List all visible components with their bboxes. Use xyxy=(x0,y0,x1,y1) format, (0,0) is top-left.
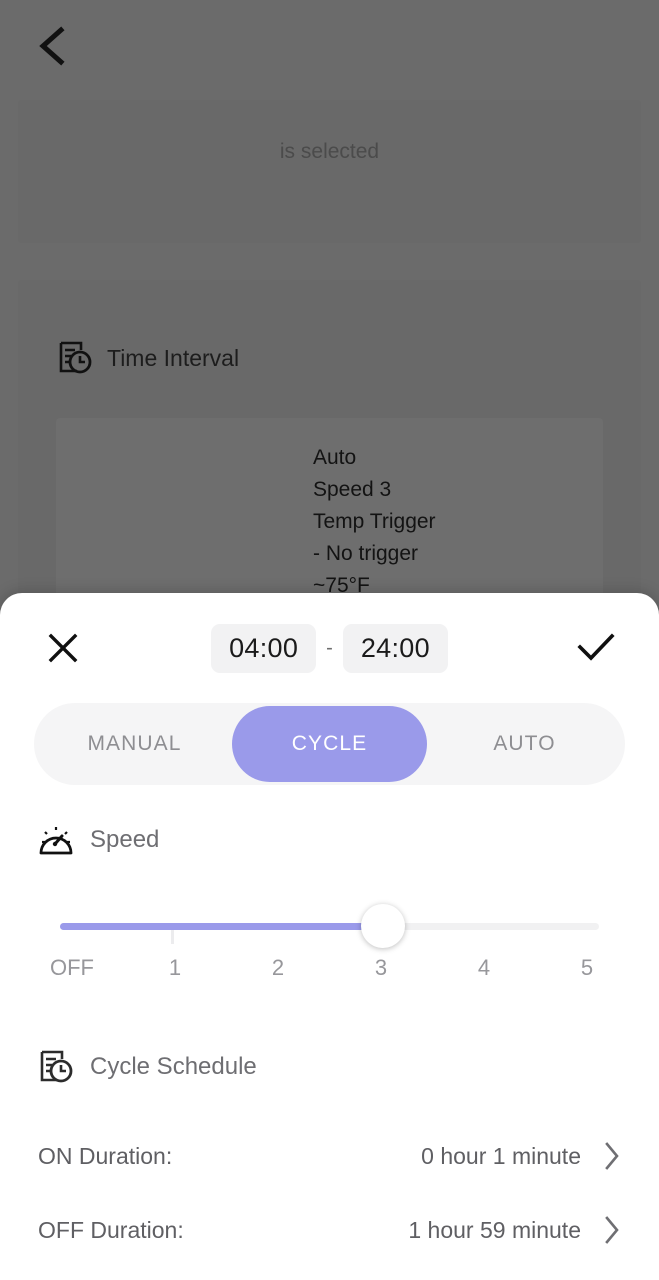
slider-tick-4: 4 xyxy=(477,955,491,980)
slider-tick-off: OFF xyxy=(50,955,94,980)
time-interval-header: Time Interval xyxy=(57,340,239,376)
slider-thumb[interactable] xyxy=(361,904,406,948)
tab-manual[interactable]: MANUAL xyxy=(37,706,232,782)
time-interval-label: Time Interval xyxy=(107,344,240,371)
end-time-chip[interactable]: 24:00 xyxy=(342,623,448,673)
on-duration-row[interactable]: ON Duration: 0 hour 1 minute xyxy=(38,1119,621,1193)
back-button[interactable] xyxy=(28,22,76,70)
cycle-schedule-header: Cycle Schedule xyxy=(38,1049,621,1085)
speedometer-icon xyxy=(38,823,74,857)
schedule-clock-icon xyxy=(57,340,93,376)
cycle-settings-bottom-sheet: 04:00 - 24:00 MANUAL CYCLE AUTO Speed OF… xyxy=(0,593,659,1280)
close-button[interactable] xyxy=(28,613,98,683)
slider-tick-3: 3 xyxy=(374,955,388,980)
chevron-right-icon xyxy=(603,1141,621,1171)
tab-manual-label: MANUAL xyxy=(87,732,182,755)
slider-tick-2: 2 xyxy=(271,955,285,980)
slider-track-fill xyxy=(60,923,384,930)
slider-tick-5: 5 xyxy=(580,955,594,980)
speed-section-header: Speed xyxy=(38,823,621,857)
tab-cycle[interactable]: CYCLE xyxy=(232,706,427,782)
background-summary-text: Auto Speed 3 Temp Trigger - No trigger ~… xyxy=(313,446,436,597)
chevron-right-icon xyxy=(603,1215,621,1245)
schedule-clock-icon xyxy=(38,1049,74,1085)
tab-auto-label: AUTO xyxy=(493,732,556,755)
on-duration-label: ON Duration: xyxy=(38,1142,173,1169)
background-card-top xyxy=(18,100,641,243)
slider-tick-1: 1 xyxy=(168,955,182,980)
mode-segmented-control: MANUAL CYCLE AUTO xyxy=(34,703,625,785)
chevron-left-icon xyxy=(35,26,69,66)
check-icon xyxy=(577,633,615,663)
app-root: is selected Time Interval Auto Speed 3 T… xyxy=(0,0,659,1280)
off-duration-value: 1 hour 59 minute xyxy=(408,1216,581,1243)
close-icon xyxy=(46,631,80,665)
off-duration-label: OFF Duration: xyxy=(38,1216,184,1243)
on-duration-value: 0 hour 1 minute xyxy=(421,1142,581,1169)
cycle-schedule-label: Cycle Schedule xyxy=(90,1053,257,1080)
speed-slider[interactable]: OFF 1 2 3 4 5 xyxy=(50,897,599,989)
slider-tick-mark xyxy=(171,930,175,944)
off-duration-row[interactable]: OFF Duration: 1 hour 59 minute xyxy=(38,1193,621,1267)
sheet-header: 04:00 - 24:00 xyxy=(0,593,659,703)
tab-cycle-label: CYCLE xyxy=(291,732,368,755)
tab-auto[interactable]: AUTO xyxy=(427,706,622,782)
confirm-button[interactable] xyxy=(561,613,631,683)
slider-tick-labels: OFF 1 2 3 4 5 xyxy=(42,955,617,981)
time-range-separator: - xyxy=(326,636,333,659)
selected-status-text: is selected xyxy=(279,140,380,163)
start-time-chip[interactable]: 04:00 xyxy=(211,623,317,673)
speed-label: Speed xyxy=(90,826,160,853)
